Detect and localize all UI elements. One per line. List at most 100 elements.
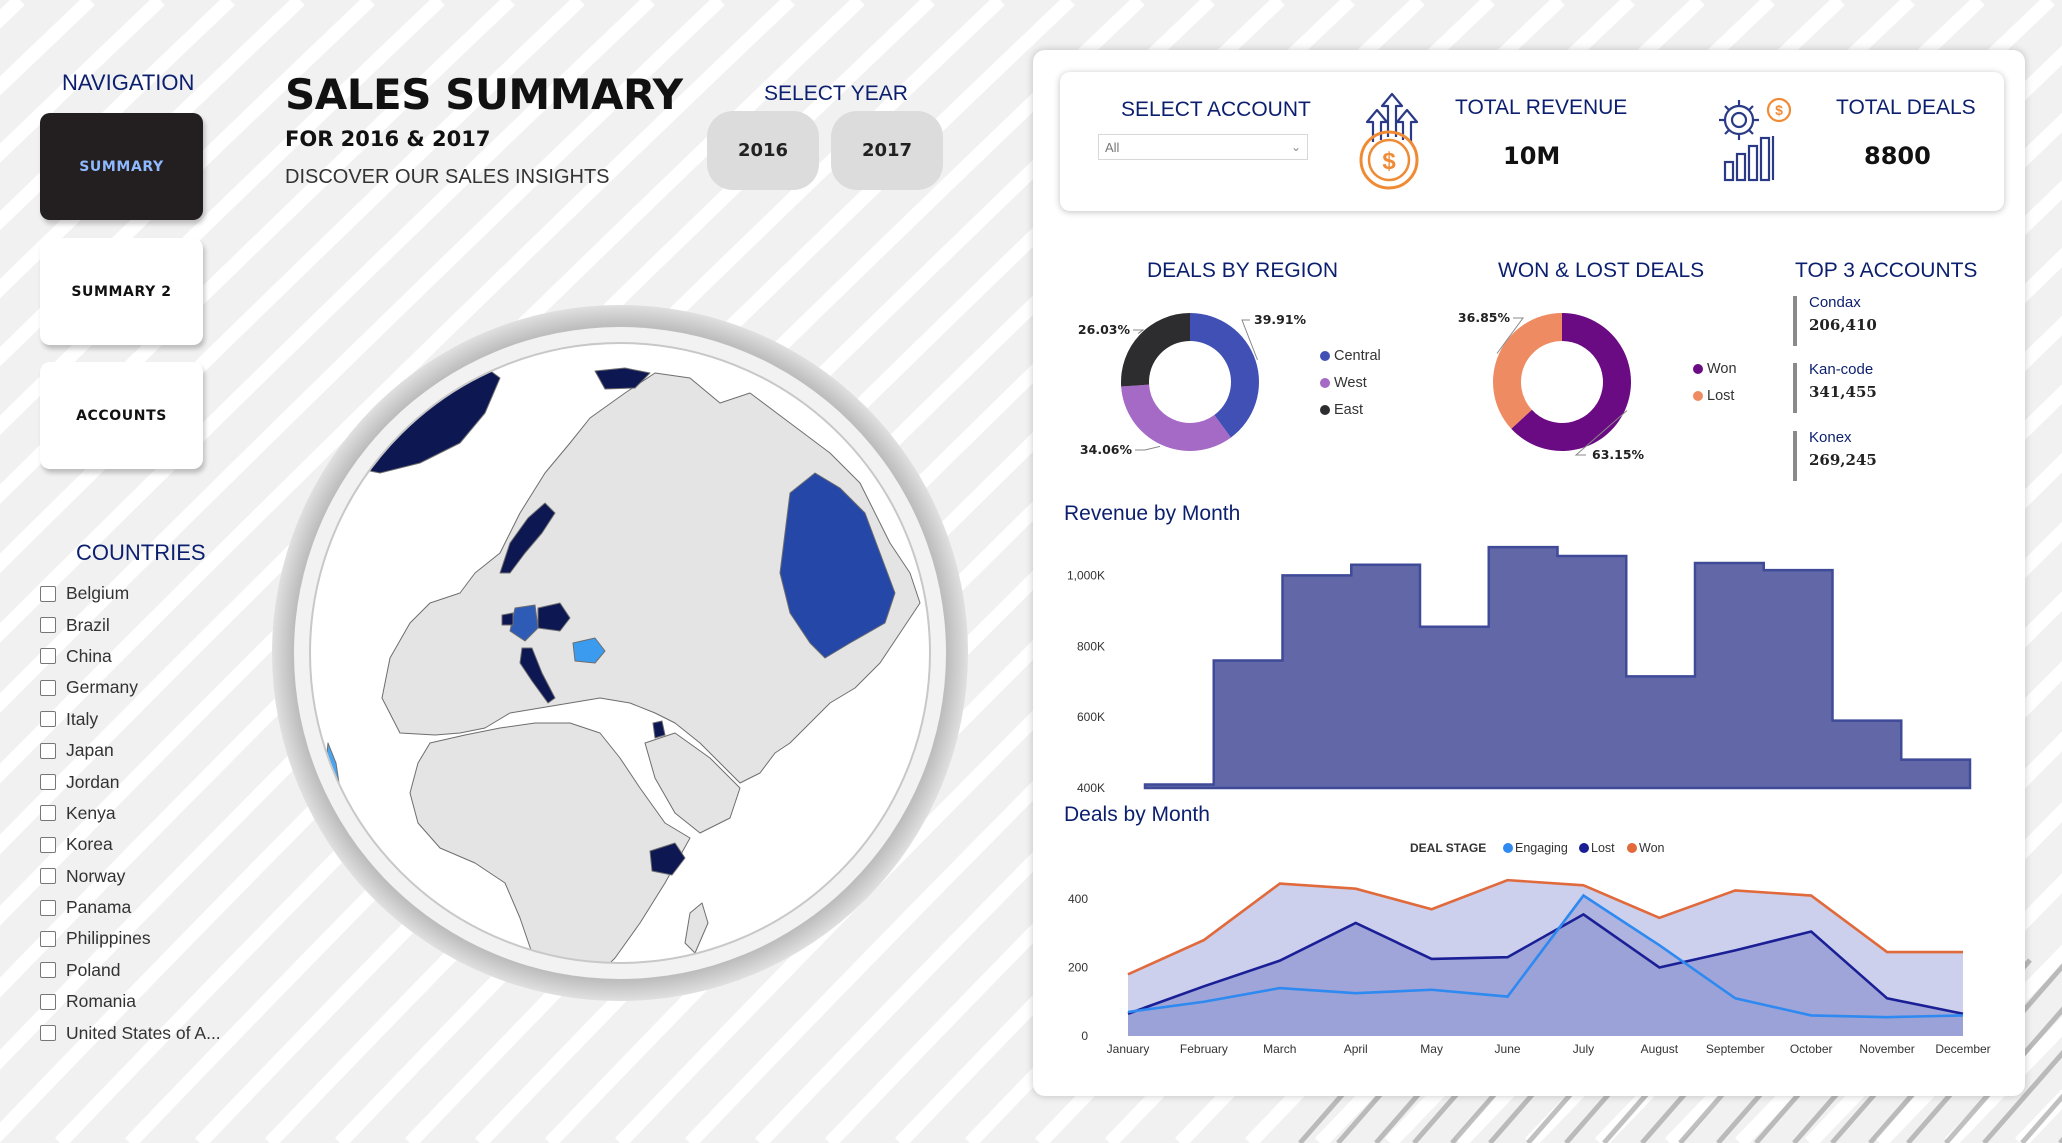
data-label: 36.85% (1458, 310, 1511, 325)
revenue-step[interactable] (1351, 565, 1420, 788)
donut-slice[interactable] (1121, 313, 1190, 387)
revenue-by-month-chart[interactable]: 400K 600K 800K 1,000K (1060, 540, 2000, 795)
legend-label: Won (1707, 360, 1737, 377)
y-tick-label: 400 (1068, 892, 1088, 906)
country-checkbox-item[interactable]: Brazil (40, 609, 221, 640)
country-checkbox-item[interactable]: Poland (40, 955, 221, 986)
countries-title: COUNTRIES (76, 540, 206, 565)
total-deals-label: TOTAL DEALS (1836, 96, 1976, 119)
country-checkbox-item[interactable]: Panama (40, 892, 221, 923)
revenue-step[interactable] (1283, 575, 1352, 788)
revenue-step[interactable] (1695, 563, 1764, 788)
legend-label: Central (1334, 347, 1381, 364)
nav-button-accounts[interactable]: ACCOUNTS (40, 362, 203, 469)
deals-by-region-chart[interactable]: 39.91% 34.06% 26.03% (1060, 300, 1330, 470)
x-tick-label: November (1859, 1042, 1914, 1056)
checkbox[interactable] (40, 585, 56, 602)
country-label: Norway (66, 865, 126, 886)
country-checkbox-item[interactable]: China (40, 641, 221, 672)
legend-dot (1320, 350, 1330, 361)
revenue-step[interactable] (1420, 627, 1489, 788)
legend-item[interactable]: East (1320, 396, 1381, 423)
revenue-step[interactable] (1489, 547, 1558, 788)
country-checkbox-item[interactable]: United States of A... (40, 1017, 221, 1048)
country-checkbox-item[interactable]: Kenya (40, 798, 221, 829)
nav-button-summary[interactable]: SUMMARY (40, 113, 203, 220)
country-checkbox-item[interactable]: Korea (40, 829, 221, 860)
year-button-2017[interactable]: 2017 (831, 111, 943, 190)
country-label: Brazil (66, 614, 110, 635)
checkbox[interactable] (40, 711, 56, 728)
year-button-2016[interactable]: 2016 (707, 111, 819, 190)
top-accounts-title: TOP 3 ACCOUNTS (1795, 259, 1978, 282)
revenue-step[interactable] (1764, 570, 1833, 788)
checkbox[interactable] (40, 679, 56, 696)
legend-label[interactable]: Engaging (1515, 841, 1568, 855)
legend-item[interactable]: Won (1693, 355, 1737, 382)
revenue-step[interactable] (1214, 660, 1283, 788)
account-dropdown-value: All (1105, 139, 1120, 155)
checkbox[interactable] (40, 648, 56, 665)
donut-slice[interactable] (1190, 313, 1259, 438)
page-tagline: DISCOVER OUR SALES INSIGHTS (285, 166, 610, 188)
legend-label[interactable]: Won (1639, 841, 1665, 855)
legend-dot (1579, 843, 1589, 853)
country-checkbox-item[interactable]: Romania (40, 986, 221, 1017)
x-tick-label: August (1641, 1042, 1679, 1056)
checkbox[interactable] (40, 617, 56, 634)
revenue-step[interactable] (1558, 556, 1627, 788)
revenue-by-month-title: Revenue by Month (1064, 502, 1241, 525)
country-belgium (501, 612, 514, 626)
svg-text:$: $ (1775, 102, 1783, 118)
top-account-name: Kan-code (1809, 361, 1874, 378)
country-checkbox-item[interactable]: Belgium (40, 578, 221, 609)
revenue-step[interactable] (1145, 784, 1214, 788)
top-account-name: Condax (1809, 294, 1861, 311)
legend-dot (1693, 363, 1703, 374)
deals-by-region-legend: Central West East (1320, 342, 1381, 423)
country-filter-list: Belgium Brazil China Germany Italy Japan Jorda… (40, 578, 221, 1049)
country-label: Romania (66, 991, 137, 1012)
legend-item[interactable]: West (1320, 369, 1381, 396)
legend-item[interactable]: Central (1320, 342, 1381, 369)
legend-label[interactable]: Lost (1591, 841, 1615, 855)
country-checkbox-item[interactable]: Japan (40, 735, 221, 766)
won-lost-chart[interactable]: 63.15% 36.85% (1440, 300, 1710, 470)
globe-map[interactable] (270, 303, 970, 1003)
donut-slice[interactable] (1493, 313, 1562, 429)
legend-item[interactable]: Lost (1693, 382, 1737, 409)
checkbox[interactable] (40, 993, 56, 1010)
country-checkbox-item[interactable]: Italy (40, 704, 221, 735)
country-checkbox-item[interactable]: Jordan (40, 766, 221, 797)
data-label: 39.91% (1254, 312, 1307, 327)
checkbox[interactable] (40, 1025, 56, 1042)
legend-label: East (1334, 401, 1364, 418)
legend-dot (1503, 843, 1513, 853)
nav-button-summary-2[interactable]: SUMMARY 2 (40, 238, 203, 345)
account-dropdown[interactable]: All ⌄ (1098, 134, 1308, 160)
revenue-step[interactable] (1901, 760, 1970, 788)
checkbox[interactable] (40, 930, 56, 947)
deals-by-month-title: Deals by Month (1064, 803, 1210, 826)
checkbox[interactable] (40, 899, 56, 916)
deals-by-month-chart[interactable]: DEAL STAGE Engaging Lost Won 0 200 400 January F… (1060, 835, 2010, 1060)
revenue-step[interactable] (1833, 721, 1902, 788)
x-tick-label: January (1107, 1042, 1150, 1056)
legend-title: DEAL STAGE (1410, 841, 1486, 855)
checkbox[interactable] (40, 805, 56, 822)
country-checkbox-item[interactable]: Germany (40, 672, 221, 703)
checkbox[interactable] (40, 836, 56, 853)
country-checkbox-item[interactable]: Norway (40, 861, 221, 892)
top-account-1: Condax 206,410 (1793, 294, 1877, 346)
checkbox[interactable] (40, 774, 56, 791)
country-label: Japan (66, 740, 114, 761)
donut-slice[interactable] (1121, 384, 1231, 451)
revenue-step[interactable] (1626, 676, 1695, 788)
top-account-value: 206,410 (1809, 316, 1877, 334)
country-checkbox-item[interactable]: Philippines (40, 923, 221, 954)
data-label: 34.06% (1080, 442, 1133, 457)
checkbox[interactable] (40, 742, 56, 759)
checkbox[interactable] (40, 868, 56, 885)
top-account-value: 341,455 (1809, 383, 1877, 401)
checkbox[interactable] (40, 962, 56, 979)
